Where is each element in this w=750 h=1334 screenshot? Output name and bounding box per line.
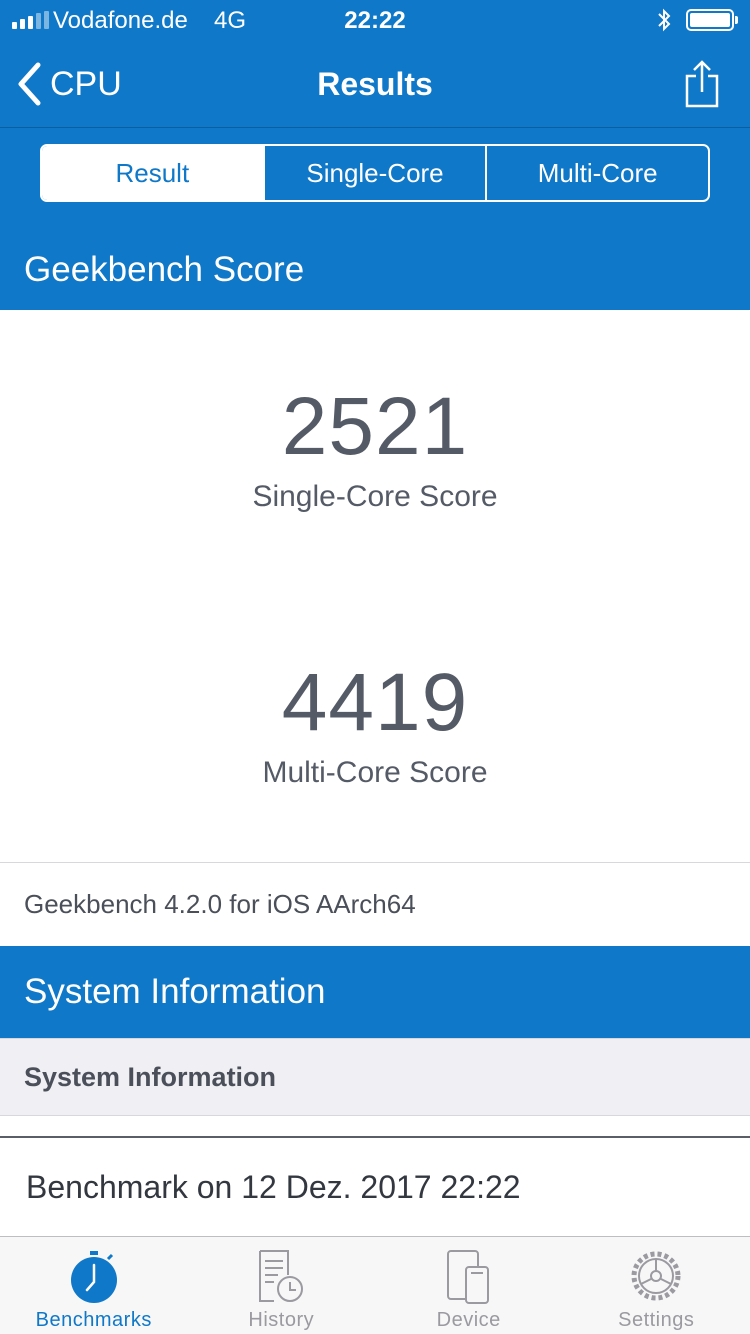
- battery-icon: [686, 9, 738, 31]
- geekbench-version-row: Geekbench 4.2.0 for iOS AArch64: [0, 862, 750, 946]
- tab-bar: Benchmarks History Device Settings: [0, 1236, 750, 1334]
- tab-settings[interactable]: Settings: [563, 1237, 750, 1334]
- single-core-score-label: Single-Core Score: [252, 480, 498, 513]
- single-core-score-block: 2521 Single-Core Score: [0, 380, 750, 514]
- segment-bar: Result Single-Core Multi-Core: [0, 128, 750, 230]
- device-icon: [444, 1249, 494, 1310]
- stopwatch-icon: [68, 1249, 120, 1310]
- segment-result[interactable]: Result: [42, 146, 263, 200]
- tab-benchmarks-label: Benchmarks: [35, 1309, 152, 1331]
- navigation-bar: CPU Results: [0, 40, 750, 128]
- multi-core-score-label: Multi-Core Score: [262, 756, 488, 789]
- single-core-score-value: 2521: [281, 381, 469, 472]
- result-segmented-control: Result Single-Core Multi-Core: [40, 144, 710, 202]
- geekbench-score-header: Geekbench Score: [0, 230, 750, 310]
- tab-history[interactable]: History: [188, 1237, 376, 1334]
- bluetooth-icon: [656, 8, 672, 37]
- benchmark-date-row: Benchmark on 12 Dez. 2017 22:22: [0, 1136, 750, 1236]
- clock: 22:22: [344, 7, 406, 34]
- tab-settings-label: Settings: [618, 1309, 695, 1331]
- history-icon: [254, 1249, 308, 1310]
- segment-single-core[interactable]: Single-Core: [262, 146, 486, 200]
- share-button[interactable]: [684, 60, 720, 113]
- page-title: Results: [317, 66, 433, 102]
- tab-history-label: History: [248, 1309, 315, 1331]
- multi-core-score-value: 4419: [281, 657, 469, 748]
- multi-core-score-block: 4419 Multi-Core Score: [0, 656, 750, 790]
- system-information-subheader: System Information: [0, 1038, 750, 1116]
- status-bar: Vodafone.de 4G 22:22: [0, 0, 750, 40]
- share-icon: [685, 60, 719, 108]
- gear-icon: [629, 1249, 683, 1310]
- tab-device-label: Device: [436, 1309, 501, 1331]
- system-information-header: System Information: [0, 946, 750, 1038]
- tab-device[interactable]: Device: [375, 1237, 563, 1334]
- segment-multi-core[interactable]: Multi-Core: [485, 146, 708, 200]
- tab-benchmarks[interactable]: Benchmarks: [0, 1237, 188, 1334]
